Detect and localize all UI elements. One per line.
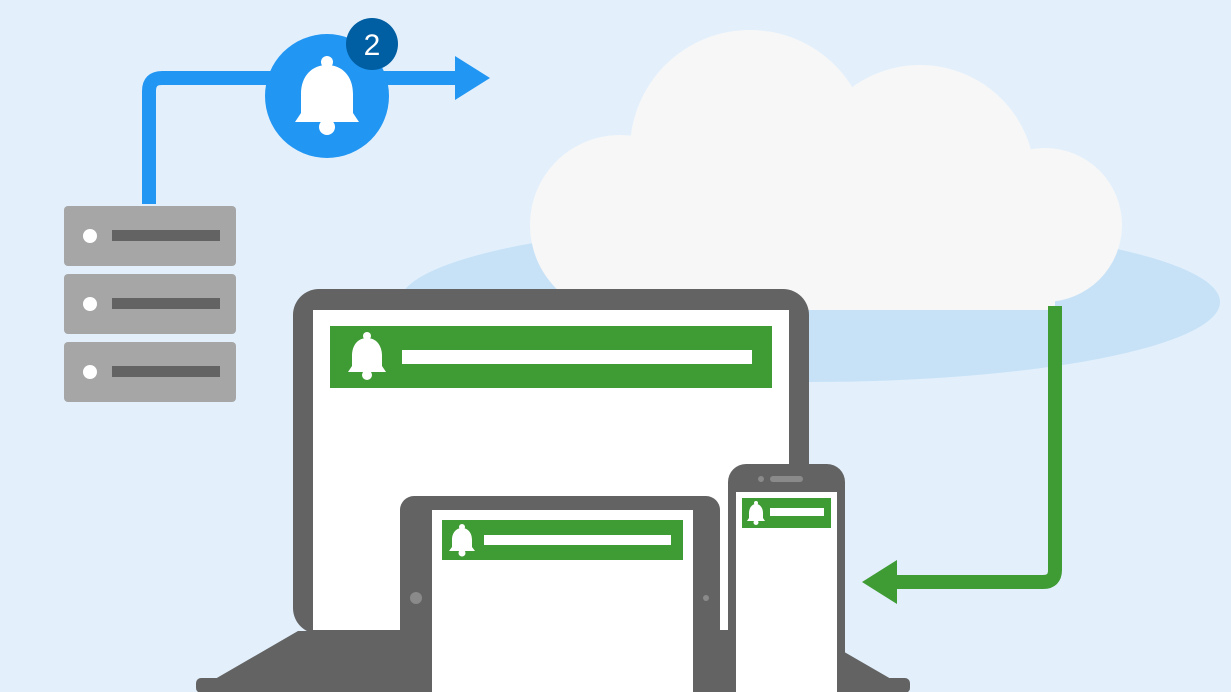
notification-hub: 2 xyxy=(265,18,398,158)
server-unit-2 xyxy=(64,274,236,334)
server-unit-3 xyxy=(64,342,236,402)
phone-notification xyxy=(742,498,831,528)
phone-device xyxy=(728,464,845,692)
tablet-device xyxy=(400,496,720,692)
laptop-notification-bar xyxy=(402,350,752,364)
tablet-notification xyxy=(442,520,683,560)
server-stack xyxy=(64,206,236,402)
tablet-notification-bar xyxy=(484,535,671,545)
laptop-notification xyxy=(330,326,772,388)
server-unit-1 xyxy=(64,206,236,266)
diagram-canvas: 2 xyxy=(0,0,1231,692)
notification-badge-count: 2 xyxy=(364,29,381,62)
cloud xyxy=(530,30,1122,315)
notification-badge: 2 xyxy=(346,18,398,70)
phone-notification-bar xyxy=(770,508,824,516)
